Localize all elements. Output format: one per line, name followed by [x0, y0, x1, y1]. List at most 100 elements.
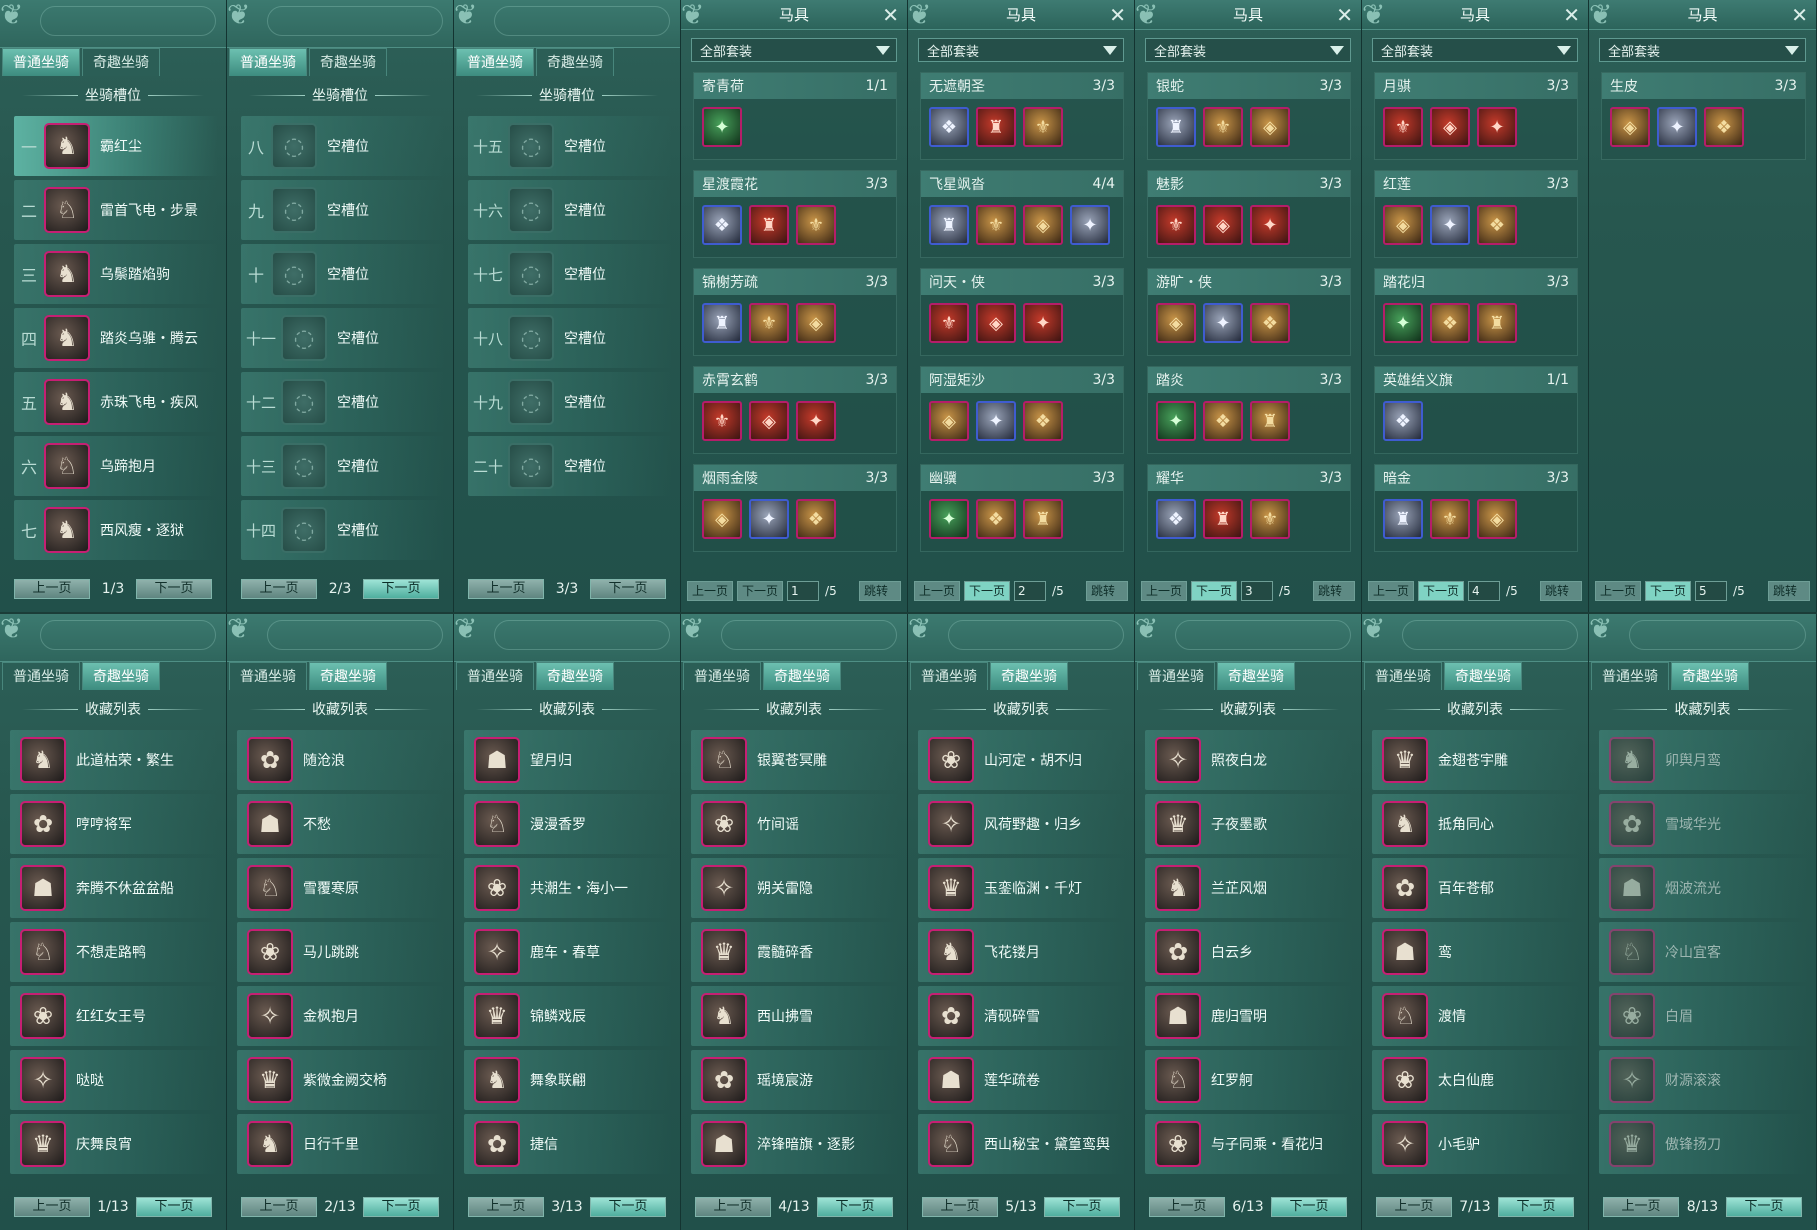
- slot-row[interactable]: 十三 ◌ 空槽位: [241, 436, 445, 496]
- saddle-gear-icon[interactable]: ♜: [976, 107, 1016, 147]
- saddle-gear-icon[interactable]: ◈: [796, 303, 836, 343]
- saddle-gear-icon[interactable]: ♜: [929, 205, 969, 245]
- close-icon[interactable]: ✕: [882, 3, 899, 27]
- collection-row[interactable]: ♛ 紫微金阙交椅: [237, 1050, 445, 1110]
- saddle-gear-icon[interactable]: ❖: [1704, 107, 1744, 147]
- collection-row[interactable]: ♘ 漫漫香罗: [464, 794, 672, 854]
- collection-row[interactable]: ♛ 锦鳞戏辰: [464, 986, 672, 1046]
- collection-row[interactable]: ♞ 抵角同心: [1372, 794, 1580, 854]
- saddle-gear-icon[interactable]: ◈: [749, 401, 789, 441]
- collection-row[interactable]: ❀ 太白仙鹿: [1372, 1050, 1580, 1110]
- close-icon[interactable]: ✕: [1791, 3, 1808, 27]
- collection-row[interactable]: ♞ 西山拂雪: [691, 986, 899, 1046]
- collection-row[interactable]: ♘ 银翼苍冥雕: [691, 730, 899, 790]
- prev-page-button[interactable]: 上一页: [1368, 581, 1415, 601]
- set-filter-dropdown[interactable]: 全部套装: [1372, 38, 1578, 62]
- saddle-gear-icon[interactable]: ♜: [702, 303, 742, 343]
- saddle-gear-icon[interactable]: ⚜: [702, 401, 742, 441]
- saddle-gear-icon[interactable]: ✦: [1250, 205, 1290, 245]
- next-page-button[interactable]: 下一页: [135, 1197, 212, 1217]
- saddle-gear-icon[interactable]: ✦: [1383, 303, 1423, 343]
- collection-row[interactable]: ♘ 冷山宜客: [1599, 922, 1808, 982]
- jump-button[interactable]: 跳转: [1540, 581, 1582, 601]
- tab-normal-mounts[interactable]: 普通坐骑: [456, 662, 534, 690]
- set-filter-dropdown[interactable]: 全部套装: [1599, 38, 1806, 62]
- collection-row[interactable]: ✿ 哼哼将军: [10, 794, 218, 854]
- set-filter-dropdown[interactable]: 全部套装: [691, 38, 897, 62]
- slot-row[interactable]: 二十 ◌ 空槽位: [468, 436, 672, 496]
- saddle-gear-icon[interactable]: ♜: [749, 205, 789, 245]
- saddle-gear-icon[interactable]: ✦: [1657, 107, 1697, 147]
- tab-normal-mounts[interactable]: 普通坐骑: [229, 48, 307, 76]
- tab-fun-mounts[interactable]: 奇趣坐骑: [309, 662, 387, 690]
- jump-button[interactable]: 跳转: [859, 581, 901, 601]
- saddle-gear-icon[interactable]: ◈: [1383, 205, 1423, 245]
- tab-normal-mounts[interactable]: 普通坐骑: [1591, 662, 1669, 690]
- prev-page-button[interactable]: 上一页: [914, 581, 961, 601]
- collection-row[interactable]: ♞ 舞象联翩: [464, 1050, 672, 1110]
- prev-page-button[interactable]: 上一页: [1595, 581, 1642, 601]
- slot-row[interactable]: 十九 ◌ 空槽位: [468, 372, 672, 432]
- tab-normal-mounts[interactable]: 普通坐骑: [229, 662, 307, 690]
- prev-page-button[interactable]: 上一页: [468, 579, 544, 599]
- saddle-gear-icon[interactable]: ◈: [1610, 107, 1650, 147]
- collection-row[interactable]: ♞ 日行千里: [237, 1114, 445, 1174]
- collection-row[interactable]: ✧ 小毛驴: [1372, 1114, 1580, 1174]
- slot-row[interactable]: 十八 ◌ 空槽位: [468, 308, 672, 368]
- slot-row[interactable]: 六 ♘ 乌蹄抱月: [14, 436, 218, 496]
- page-input[interactable]: 2: [1014, 581, 1047, 601]
- collection-row[interactable]: ✧ 财源滚滚: [1599, 1050, 1808, 1110]
- collection-row[interactable]: ♘ 西山秘宝・黛篁鸾舆: [918, 1114, 1126, 1174]
- saddle-gear-icon[interactable]: ❖: [1250, 303, 1290, 343]
- jump-button[interactable]: 跳转: [1313, 581, 1355, 601]
- saddle-gear-icon[interactable]: ◈: [1430, 107, 1470, 147]
- next-page-button[interactable]: 下一页: [1418, 581, 1465, 601]
- saddle-gear-icon[interactable]: ⚜: [796, 205, 836, 245]
- collection-row[interactable]: ♛ 傲锋扬刀: [1599, 1114, 1808, 1174]
- saddle-gear-icon[interactable]: ◈: [976, 303, 1016, 343]
- jump-button[interactable]: 跳转: [1768, 581, 1810, 601]
- prev-page-button[interactable]: 上一页: [922, 1197, 998, 1217]
- next-page-button[interactable]: 下一页: [362, 1197, 439, 1217]
- saddle-gear-icon[interactable]: ✦: [1156, 401, 1196, 441]
- saddle-gear-icon[interactable]: ❖: [1156, 499, 1196, 539]
- saddle-gear-icon[interactable]: ❖: [1023, 401, 1063, 441]
- next-page-button[interactable]: 下一页: [964, 581, 1011, 601]
- slot-row[interactable]: 十二 ◌ 空槽位: [241, 372, 445, 432]
- collection-row[interactable]: ☗ 莲华疏卷: [918, 1050, 1126, 1110]
- collection-row[interactable]: ❀ 白眉: [1599, 986, 1808, 1046]
- collection-row[interactable]: ✿ 瑶境宸游: [691, 1050, 899, 1110]
- tab-fun-mounts[interactable]: 奇趣坐骑: [990, 662, 1068, 690]
- saddle-gear-icon[interactable]: ⚜: [749, 303, 789, 343]
- tab-normal-mounts[interactable]: 普通坐骑: [2, 662, 80, 690]
- collection-row[interactable]: ♘ 不想走路鸭: [10, 922, 218, 982]
- collection-row[interactable]: ✿ 白云乡: [1145, 922, 1353, 982]
- next-page-button[interactable]: 下一页: [816, 1197, 893, 1217]
- collection-row[interactable]: ❀ 竹间谣: [691, 794, 899, 854]
- saddle-gear-icon[interactable]: ❖: [1383, 401, 1423, 441]
- set-filter-dropdown[interactable]: 全部套装: [918, 38, 1124, 62]
- next-page-button[interactable]: 下一页: [737, 581, 784, 601]
- tab-fun-mounts[interactable]: 奇趣坐骑: [82, 48, 160, 76]
- saddle-gear-icon[interactable]: ✦: [1070, 205, 1110, 245]
- slot-row[interactable]: 九 ◌ 空槽位: [241, 180, 445, 240]
- saddle-gear-icon[interactable]: ⚜: [1023, 107, 1063, 147]
- slot-row[interactable]: 三 ♞ 乌鬃踏焰驹: [14, 244, 218, 304]
- prev-page-button[interactable]: 上一页: [687, 581, 734, 601]
- slot-row[interactable]: 二 ♘ 雷首飞电・步景: [14, 180, 218, 240]
- tab-normal-mounts[interactable]: 普通坐骑: [2, 48, 80, 76]
- collection-row[interactable]: ✿ 百年苍郁: [1372, 858, 1580, 918]
- set-filter-dropdown[interactable]: 全部套装: [1145, 38, 1351, 62]
- slot-row[interactable]: 一 ♞ 霸红尘: [14, 116, 218, 176]
- tab-normal-mounts[interactable]: 普通坐骑: [456, 48, 534, 76]
- prev-page-button[interactable]: 上一页: [1603, 1197, 1679, 1217]
- collection-row[interactable]: ♛ 子夜墨歌: [1145, 794, 1353, 854]
- saddle-gear-icon[interactable]: ⚜: [976, 205, 1016, 245]
- collection-row[interactable]: ☗ 鸾: [1372, 922, 1580, 982]
- collection-row[interactable]: ☗ 烟波流光: [1599, 858, 1808, 918]
- page-input[interactable]: 5: [1695, 581, 1728, 601]
- collection-row[interactable]: ❀ 与子同乘・看花归: [1145, 1114, 1353, 1174]
- collection-row[interactable]: ♘ 渡情: [1372, 986, 1580, 1046]
- saddle-gear-icon[interactable]: ♜: [1383, 499, 1423, 539]
- next-page-button[interactable]: 下一页: [1191, 581, 1238, 601]
